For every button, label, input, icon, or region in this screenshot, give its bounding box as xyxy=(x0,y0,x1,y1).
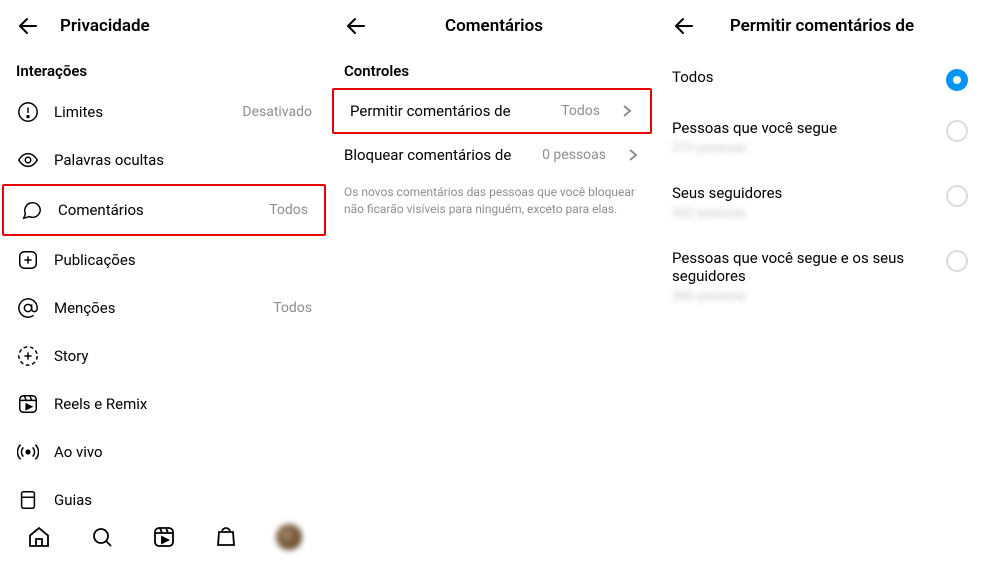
row-value: Todos xyxy=(561,103,600,119)
row-posts[interactable]: Publicações xyxy=(0,236,328,284)
radio-option-followers[interactable]: Seus seguidores 302 pessoas xyxy=(656,170,984,235)
radio-button-icon xyxy=(946,69,968,91)
row-label: Permitir comentários de xyxy=(350,102,547,120)
back-arrow[interactable] xyxy=(16,14,40,38)
tab-home-icon[interactable] xyxy=(26,524,52,550)
guides-icon xyxy=(16,488,40,512)
section-label: Controles xyxy=(328,48,656,88)
avatar-icon xyxy=(276,524,302,550)
row-label: Limites xyxy=(54,103,228,121)
radio-sublabel: 386 pessoas xyxy=(672,289,946,304)
plus-square-icon xyxy=(16,248,40,272)
tabbar xyxy=(0,512,328,562)
tab-reels-icon[interactable] xyxy=(151,524,177,550)
row-value: 0 pessoas xyxy=(542,147,606,163)
section-label: Interações xyxy=(0,48,328,88)
reels-icon xyxy=(16,392,40,416)
radio-sublabel: 319 pessoas xyxy=(672,141,946,156)
row-label: Bloquear comentários de xyxy=(344,146,528,164)
row-comments[interactable]: Comentários Todos xyxy=(2,184,326,236)
row-reels[interactable]: Reels e Remix xyxy=(0,380,328,428)
row-limits[interactable]: Limites Desativado xyxy=(0,88,328,136)
alert-circle-icon xyxy=(16,100,40,124)
radio-button-icon xyxy=(946,185,968,207)
radio-sublabel: 302 pessoas xyxy=(672,206,946,221)
radio-option-following[interactable]: Pessoas que você segue 319 pessoas xyxy=(656,105,984,170)
chevron-right-icon xyxy=(626,148,640,162)
radio-button-icon xyxy=(946,120,968,142)
row-mentions[interactable]: Menções Todos xyxy=(0,284,328,332)
row-story[interactable]: Story xyxy=(0,332,328,380)
row-label: Story xyxy=(54,347,312,365)
page-title: Comentários xyxy=(388,16,600,36)
radio-label: Pessoas que você segue xyxy=(672,119,946,137)
row-label: Menções xyxy=(54,299,259,317)
eye-hidden-icon xyxy=(16,148,40,172)
row-label: Publicações xyxy=(54,251,312,269)
row-label: Palavras ocultas xyxy=(54,151,312,169)
radio-option-both[interactable]: Pessoas que você segue e os seus seguido… xyxy=(656,235,984,318)
row-value: Todos xyxy=(273,300,312,316)
row-label: Reels e Remix xyxy=(54,395,312,413)
helper-text: Os novos comentários das pessoas que voc… xyxy=(328,176,656,222)
radio-label: Seus seguidores xyxy=(672,184,946,202)
radio-waves-icon xyxy=(16,440,40,464)
back-arrow[interactable] xyxy=(672,14,696,38)
radio-option-all[interactable]: Todos xyxy=(656,54,984,105)
chevron-right-icon xyxy=(620,104,634,118)
row-block-comments-from[interactable]: Bloquear comentários de 0 pessoas xyxy=(328,134,656,176)
row-label: Guias xyxy=(54,491,312,509)
page-title: Privacidade xyxy=(60,16,312,36)
tab-shop-icon[interactable] xyxy=(213,524,239,550)
radio-label: Pessoas que você segue e os seus seguido… xyxy=(672,249,946,285)
radio-button-icon xyxy=(946,250,968,272)
row-hidden-words[interactable]: Palavras ocultas xyxy=(0,136,328,184)
tab-search-icon[interactable] xyxy=(89,524,115,550)
row-live[interactable]: Ao vivo xyxy=(0,428,328,476)
comment-icon xyxy=(20,198,44,222)
at-icon xyxy=(16,296,40,320)
row-allow-comments-from[interactable]: Permitir comentários de Todos xyxy=(332,88,652,134)
row-value: Todos xyxy=(269,202,308,218)
row-value: Desativado xyxy=(242,104,312,120)
tab-profile-avatar[interactable] xyxy=(276,524,302,550)
row-label: Ao vivo xyxy=(54,443,312,461)
story-circle-icon xyxy=(16,344,40,368)
row-label: Comentários xyxy=(58,201,255,219)
page-title: Permitir comentários de xyxy=(716,16,928,36)
back-arrow[interactable] xyxy=(344,14,368,38)
radio-label: Todos xyxy=(672,68,946,86)
